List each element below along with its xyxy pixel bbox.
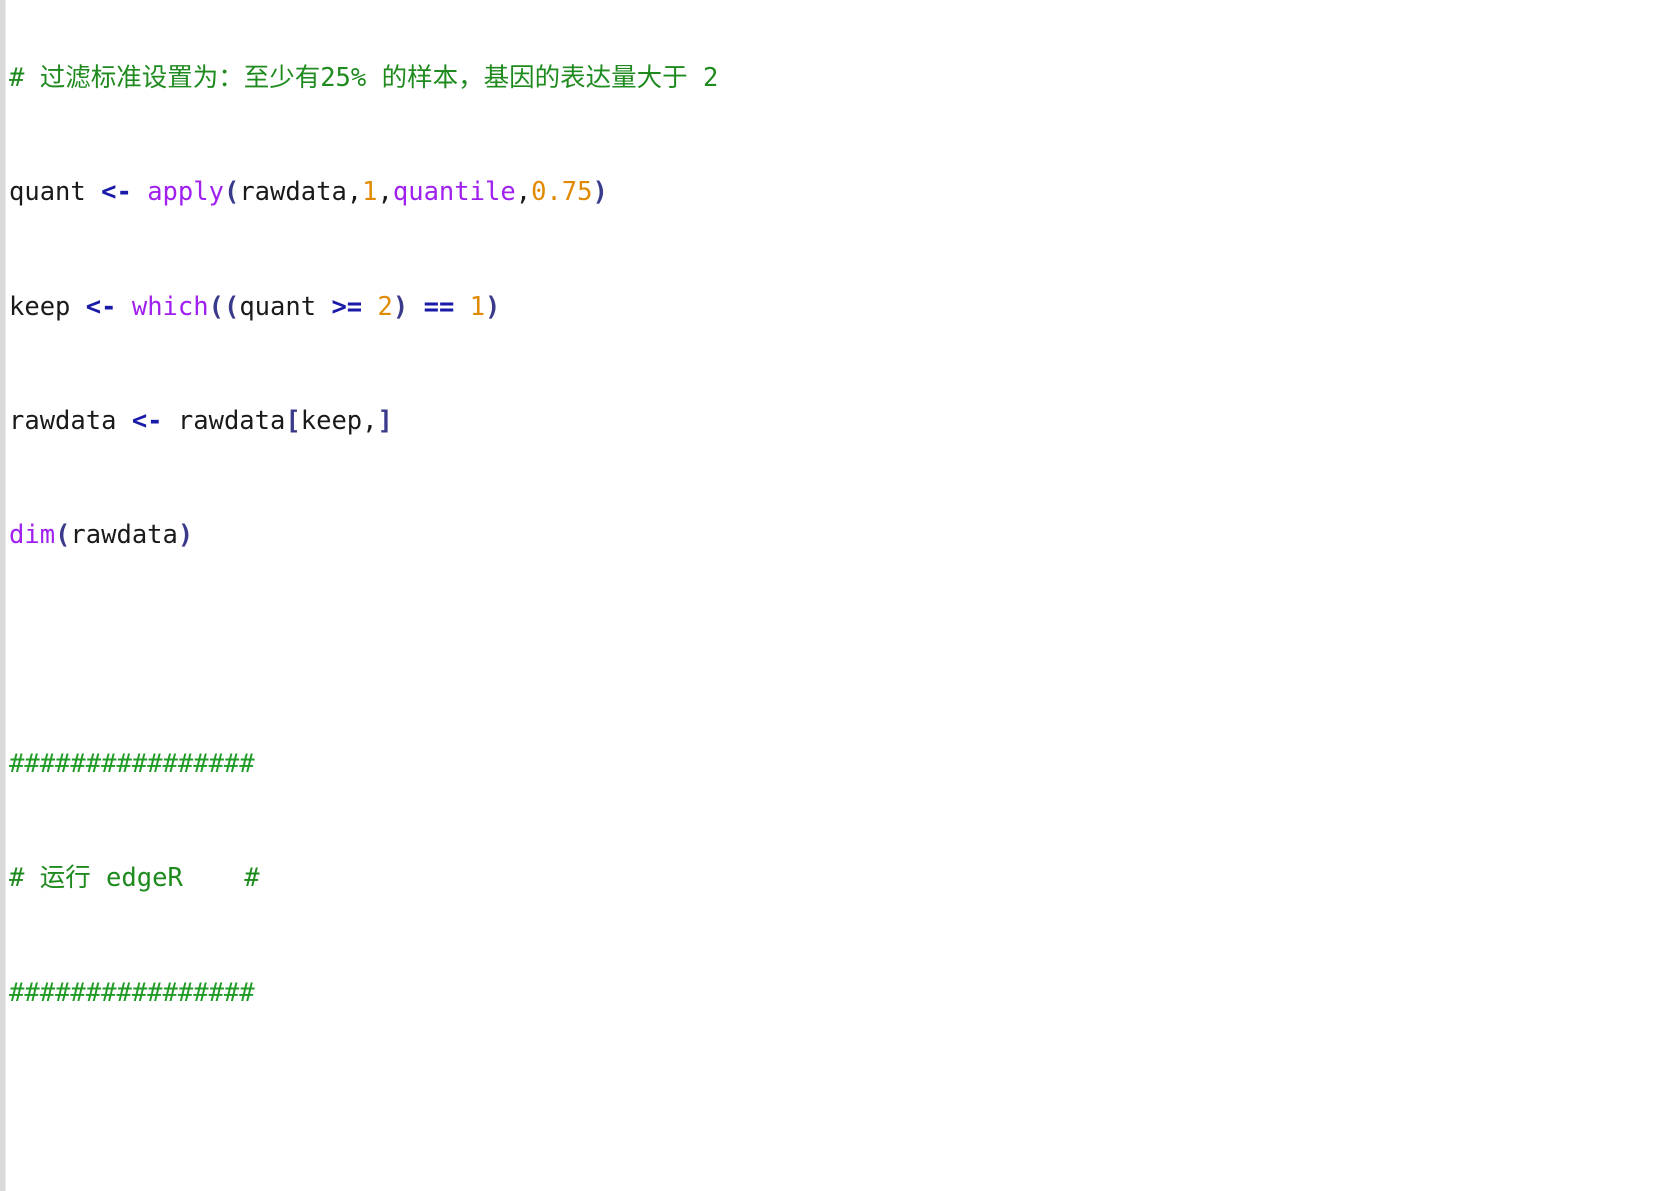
- code-line[interactable]: rawdata <- rawdata[keep,]: [0, 407, 1671, 436]
- editor-gutter: [0, 0, 6, 1191]
- code-line[interactable]: dim(rawdata): [0, 521, 1671, 550]
- code-line[interactable]: # 过滤标准设置为：至少有25% 的样本，基因的表达量大于 2: [0, 62, 1671, 93]
- code-line[interactable]: keep <- which((quant >= 2) == 1): [0, 292, 1671, 322]
- code-line-text: ################: [9, 749, 255, 780]
- code-line-blank[interactable]: [0, 636, 1671, 665]
- code-line[interactable]: ################: [0, 977, 1671, 1008]
- code-editor[interactable]: # 过滤标准设置为：至少有25% 的样本，基因的表达量大于 2 quant <-…: [0, 0, 1671, 1191]
- code-line-text: ################: [9, 977, 255, 1008]
- code-line[interactable]: ################: [0, 750, 1671, 779]
- code-line-blank[interactable]: [0, 1093, 1671, 1122]
- code-line-text: # 过滤标准设置为：至少有25% 的样本，基因的表达量大于 2: [9, 62, 719, 93]
- code-line-text: # 运行 edgeR #: [9, 863, 260, 894]
- code-line[interactable]: # 运行 edgeR #: [0, 864, 1671, 893]
- code-content[interactable]: # 过滤标准设置为：至少有25% 的样本，基因的表达量大于 2 quant <-…: [0, 0, 1671, 1191]
- code-line[interactable]: quant <- apply(rawdata,1,quantile,0.75): [0, 178, 1671, 207]
